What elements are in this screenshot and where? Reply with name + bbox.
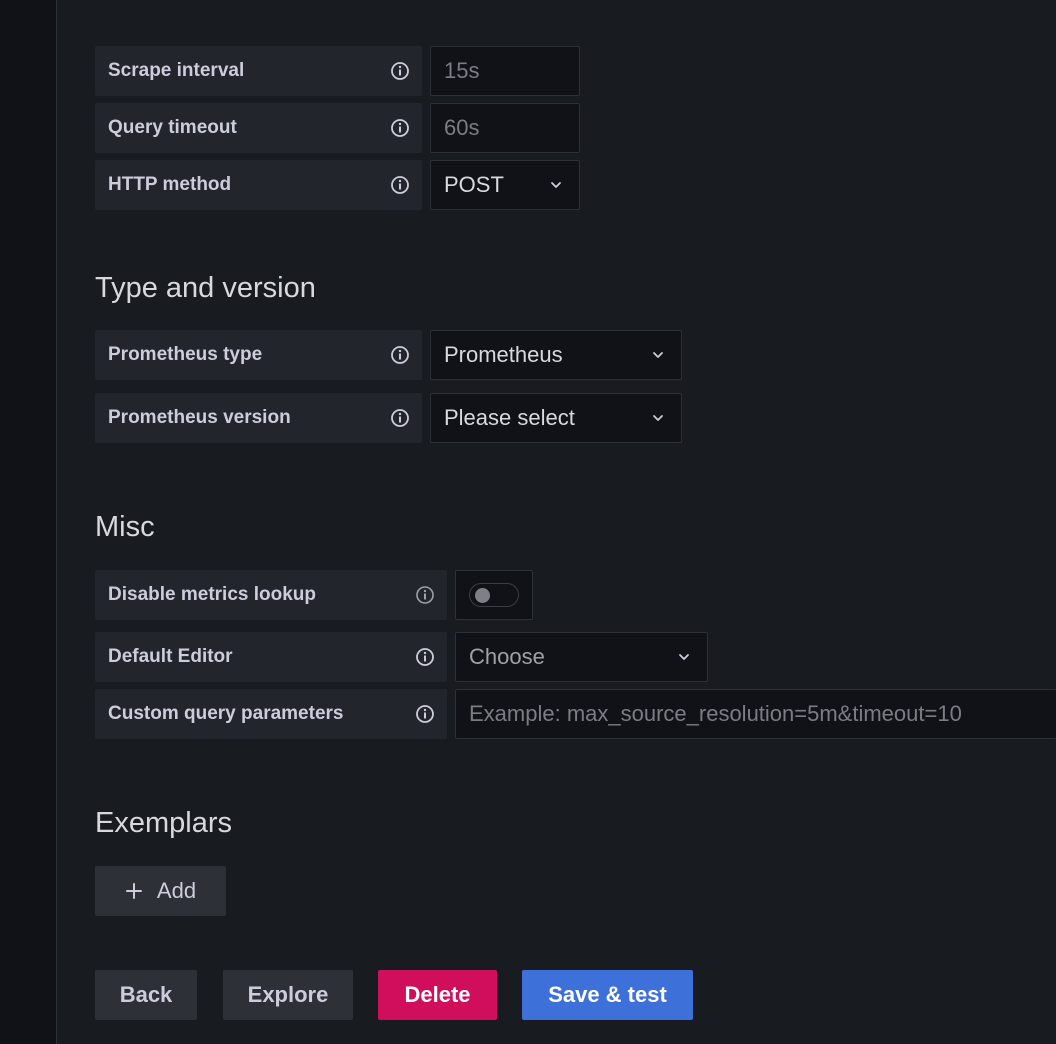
default-editor-label: Default Editor bbox=[95, 632, 447, 682]
explore-button[interactable]: Explore bbox=[223, 970, 353, 1020]
save-and-test-button[interactable]: Save & test bbox=[522, 970, 693, 1020]
toggle-knob bbox=[475, 588, 490, 603]
info-icon[interactable] bbox=[415, 704, 435, 724]
info-icon[interactable] bbox=[415, 585, 435, 605]
disable-metrics-lookup-label: Disable metrics lookup bbox=[95, 570, 447, 620]
chevron-down-icon bbox=[551, 182, 561, 188]
prometheus-type-select[interactable]: Prometheus bbox=[430, 330, 682, 380]
chevron-down-icon bbox=[653, 352, 663, 358]
info-icon[interactable] bbox=[390, 61, 410, 81]
custom-query-params-row: Custom query parameters Example: max_sou… bbox=[95, 689, 1056, 739]
default-editor-row: Default Editor Choose bbox=[95, 632, 708, 682]
section-title-exemplars: Exemplars bbox=[95, 807, 232, 839]
query-timeout-input[interactable]: 60s bbox=[430, 103, 580, 153]
delete-button[interactable]: Delete bbox=[378, 970, 497, 1020]
datasource-settings-form: Scrape interval 15s Query timeout 60s HT… bbox=[57, 0, 1056, 1044]
prometheus-version-select[interactable]: Please select bbox=[430, 393, 682, 443]
scrape-interval-label: Scrape interval bbox=[95, 46, 422, 96]
disable-metrics-lookup-field bbox=[455, 570, 533, 620]
add-exemplar-button[interactable]: Add bbox=[95, 866, 226, 916]
disable-metrics-lookup-toggle[interactable] bbox=[469, 583, 519, 607]
query-timeout-label: Query timeout bbox=[95, 103, 422, 153]
http-method-label: HTTP method bbox=[95, 160, 422, 210]
prometheus-type-row: Prometheus type Prometheus bbox=[95, 330, 682, 380]
http-method-select[interactable]: POST bbox=[430, 160, 580, 210]
back-button[interactable]: Back bbox=[95, 970, 197, 1020]
plus-icon bbox=[125, 883, 142, 899]
info-icon[interactable] bbox=[415, 647, 435, 667]
chevron-down-icon bbox=[653, 415, 663, 421]
scrape-interval-row: Scrape interval 15s bbox=[95, 46, 580, 96]
disable-metrics-lookup-row: Disable metrics lookup bbox=[95, 570, 533, 620]
info-icon[interactable] bbox=[390, 118, 410, 138]
prometheus-type-label: Prometheus type bbox=[95, 330, 422, 380]
left-nav-rail bbox=[0, 0, 57, 1044]
prometheus-version-label: Prometheus version bbox=[95, 393, 422, 443]
custom-query-params-input[interactable]: Example: max_source_resolution=5m&timeou… bbox=[455, 689, 1056, 739]
info-icon[interactable] bbox=[390, 408, 410, 428]
section-title-type-version: Type and version bbox=[95, 272, 316, 304]
info-icon[interactable] bbox=[390, 175, 410, 195]
default-editor-select[interactable]: Choose bbox=[455, 632, 708, 682]
custom-query-params-label: Custom query parameters bbox=[95, 689, 447, 739]
http-method-row: HTTP method POST bbox=[95, 160, 580, 210]
chevron-down-icon bbox=[679, 654, 689, 660]
query-timeout-row: Query timeout 60s bbox=[95, 103, 580, 153]
section-title-misc: Misc bbox=[95, 511, 155, 543]
scrape-interval-input[interactable]: 15s bbox=[430, 46, 580, 96]
prometheus-version-row: Prometheus version Please select bbox=[95, 393, 682, 443]
info-icon[interactable] bbox=[390, 345, 410, 365]
